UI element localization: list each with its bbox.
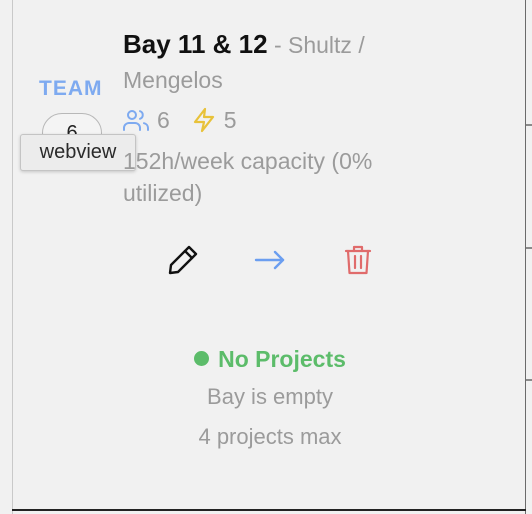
card-bottom-border [12, 509, 526, 511]
project-limit: 4 projects max [198, 424, 342, 449]
bay-stats: 6 5 [123, 105, 259, 135]
status-description: Bay is empty [207, 384, 333, 409]
pencil-icon [168, 245, 198, 275]
bay-title: Bay 11 & 12 - Shultz / Mengelos [123, 26, 423, 94]
status-dot-icon [194, 351, 210, 366]
arrow-right-icon [254, 250, 285, 270]
capacity-line-1: 152h/week capacity (0% [123, 148, 373, 174]
users-icon [123, 110, 149, 131]
bay-owner-prefix: - Shultz / [267, 32, 365, 58]
bay-name: Bay 11 & 12 [123, 29, 268, 59]
move-button[interactable] [250, 240, 290, 280]
scroll-tick [526, 379, 532, 381]
project-status: No Projects [0, 346, 532, 373]
scroll-tick [526, 247, 532, 249]
people-count: 6 [157, 106, 170, 133]
scroll-tick [526, 124, 532, 126]
people-stat: 6 [123, 107, 170, 134]
power-stat: 5 [192, 107, 237, 134]
delete-button[interactable] [338, 240, 378, 280]
edit-button[interactable] [163, 240, 203, 280]
team-label: TEAM [39, 77, 103, 100]
bay-actions [163, 240, 383, 280]
bay-owner-second: Mengelos [123, 67, 223, 93]
capacity-line-2: utilized) [123, 180, 203, 206]
trash-icon [344, 245, 372, 275]
lightning-icon [193, 107, 214, 133]
capacity-text: 152h/week capacity (0% utilized) [123, 145, 423, 209]
bay-card: TEAM 6 webview Bay 11 & 12 - Shultz / Me… [0, 0, 532, 514]
status-label: No Projects [218, 346, 346, 372]
power-count: 5 [223, 106, 237, 133]
webview-tooltip: webview [20, 134, 136, 171]
